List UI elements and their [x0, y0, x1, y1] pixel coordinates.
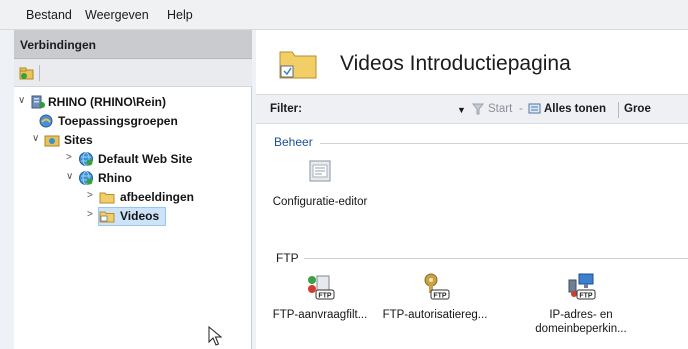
tree-item-rhino-site[interactable]: ∨ Rhino — [66, 170, 248, 188]
toolbar-separator — [618, 102, 619, 118]
group-divider — [304, 258, 688, 259]
tree-label: Toepassingsgroepen — [58, 114, 178, 128]
show-all-button[interactable]: Alles tonen — [544, 103, 606, 115]
globe-icon — [78, 151, 94, 170]
chevron-down-icon[interactable]: ▼ — [457, 105, 466, 115]
folder-icon — [99, 189, 115, 208]
tree-label: Rhino — [98, 171, 132, 185]
show-all-icon[interactable] — [528, 102, 542, 119]
feature-label: FTP-autorisatiereg... — [382, 309, 488, 321]
connections-pane: Verbindingen ∨ RHINO (RHINO\Rein) Toepas… — [14, 30, 252, 349]
connections-header: Verbindingen — [14, 30, 252, 59]
config-editor-icon — [264, 158, 376, 187]
tree-label: Default Web Site — [98, 152, 193, 166]
new-connection-icon[interactable] — [19, 65, 35, 84]
chevron-right-icon[interactable]: > — [87, 209, 93, 220]
mouse-cursor-icon — [208, 325, 223, 349]
toolbar-separator — [39, 65, 40, 81]
menu-help[interactable]: Help — [167, 8, 193, 22]
feature-ftp-authorization[interactable]: FTP FTP-autorisatiereg... — [376, 272, 494, 322]
filter-bar: Filter: ▼ Start - Alles tonen Groe — [256, 94, 688, 124]
feature-label: Configuratie-editor — [272, 196, 368, 208]
group-label-ftp: FTP — [276, 251, 299, 265]
tree-item-afbeeldingen[interactable]: > afbeeldingen — [87, 189, 248, 207]
svg-text:FTP: FTP — [318, 293, 332, 300]
chevron-down-icon[interactable]: ∨ — [32, 133, 39, 144]
tree-label: Videos — [120, 209, 160, 223]
app-pools-icon — [38, 113, 54, 132]
page-title: Videos Introductiepagina — [340, 52, 571, 75]
tree-label: afbeeldingen — [120, 190, 195, 204]
connections-title: Verbindingen — [20, 38, 97, 52]
tree-item-sites[interactable]: ∨ Sites — [32, 132, 248, 150]
chevron-down-icon[interactable]: ∨ — [18, 95, 25, 106]
svg-text:FTP: FTP — [579, 293, 593, 300]
ip-domain-restrictions-icon: FTP — [526, 272, 636, 305]
svg-text:FTP: FTP — [433, 293, 447, 300]
start-filter-icon[interactable] — [471, 103, 485, 118]
group-divider — [320, 143, 688, 144]
sites-folder-icon — [44, 132, 60, 151]
chevron-down-icon[interactable]: ∨ — [66, 171, 73, 182]
feature-label: FTP-aanvraagfilt... — [272, 309, 368, 321]
menu-bestand[interactable]: Bestand — [26, 8, 72, 22]
group-by-button[interactable]: Groe — [624, 103, 651, 115]
folder-icon — [99, 208, 115, 227]
group-label-beheer: Beheer — [274, 135, 313, 149]
menu-bar: Bestand Weergeven Help — [0, 0, 688, 30]
globe-icon — [78, 170, 94, 189]
menu-weergeven[interactable]: Weergeven — [85, 8, 149, 22]
feature-label-line2: domeinbeperkin... — [535, 323, 627, 335]
feature-label: IP-adres- en — [549, 309, 613, 321]
server-icon — [30, 94, 46, 113]
folder-large-icon — [278, 46, 318, 83]
chevron-right-icon[interactable]: > — [66, 152, 72, 163]
page-header: Videos Introductiepagina — [256, 30, 688, 92]
ftp-authorization-icon: FTP — [376, 272, 494, 305]
feature-ip-domain-restrictions[interactable]: FTP IP-adres- en domeinbeperkin... — [526, 272, 636, 336]
start-button[interactable]: Start — [488, 103, 512, 115]
tree-item-videos[interactable]: > Videos — [87, 208, 248, 226]
tree-label: Sites — [64, 133, 93, 147]
connections-toolbar — [14, 59, 252, 87]
tree-item-default-web-site[interactable]: > Default Web Site — [66, 151, 248, 169]
chevron-right-icon[interactable]: > — [87, 190, 93, 201]
tree-item-rhino-server[interactable]: ∨ RHINO (RHINO\Rein) — [18, 94, 248, 112]
filter-label: Filter: — [270, 103, 302, 115]
filter-input[interactable] — [316, 101, 452, 119]
tree-label: RHINO (RHINO\Rein) — [48, 95, 166, 109]
feature-config-editor[interactable]: Configuratie-editor — [264, 158, 376, 209]
feature-ftp-request-filter[interactable]: FTP FTP-aanvraagfilt... — [270, 272, 370, 322]
tree-item-app-pools[interactable]: Toepassingsgroepen — [32, 113, 248, 131]
ftp-request-filter-icon: FTP — [270, 272, 370, 305]
main-pane: Videos Introductiepagina Filter: ▼ Start… — [256, 30, 688, 349]
dash-separator: - — [519, 103, 523, 115]
